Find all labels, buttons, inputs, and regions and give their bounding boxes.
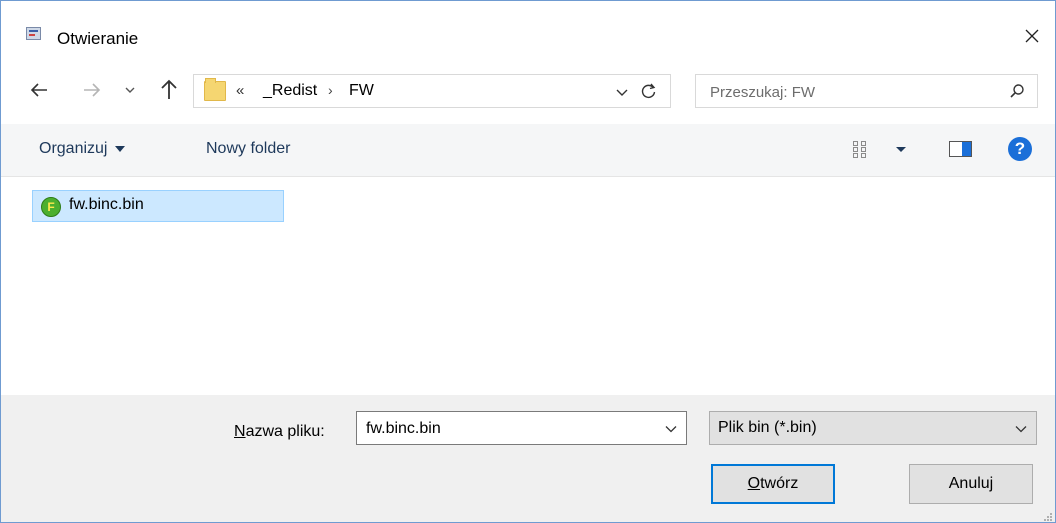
filename-label: Nazwa pliku:: [234, 423, 325, 440]
file-list[interactable]: F fw.binc.bin: [1, 177, 1055, 395]
filetype-select[interactable]: Plik bin (*.bin): [709, 411, 1037, 445]
command-toolbar: Organizuj Nowy folder ?: [1, 124, 1055, 177]
organize-label: Organizuj: [39, 140, 108, 157]
close-button[interactable]: [1009, 21, 1055, 51]
footer-panel: Nazwa pliku: Plik bin (*.bin) Otwórz Anu…: [1, 395, 1055, 522]
search-box[interactable]: [695, 74, 1038, 108]
search-icon[interactable]: [1009, 83, 1025, 99]
title-bar: Otwieranie: [1, 1, 1055, 48]
window-title: Otwieranie: [57, 29, 139, 48]
chevron-down-icon: [1015, 426, 1027, 433]
forward-button[interactable]: [81, 79, 103, 101]
preview-pane-button[interactable]: [948, 138, 974, 160]
breadcrumb-separator[interactable]: ›: [328, 82, 333, 98]
breadcrumb-redist[interactable]: _Redist: [263, 82, 317, 100]
app-icon: [26, 27, 41, 40]
filename-combobox[interactable]: [356, 411, 687, 445]
chevron-down-icon[interactable]: [664, 422, 678, 436]
filename-input[interactable]: [364, 418, 648, 440]
address-dropdown-icon[interactable]: [615, 85, 629, 99]
address-bar[interactable]: « _Redist › FW: [193, 74, 671, 108]
file-name: fw.binc.bin: [69, 196, 144, 213]
resize-grip-icon[interactable]: [1043, 512, 1053, 522]
back-button[interactable]: [28, 79, 50, 101]
recent-locations-button[interactable]: [123, 83, 137, 97]
green-f-file-icon: F: [41, 197, 61, 217]
organize-button[interactable]: Organizuj: [39, 140, 126, 158]
breadcrumb-overflow[interactable]: «: [236, 82, 244, 99]
close-icon: [1025, 29, 1039, 43]
caret-down-icon: [115, 146, 126, 152]
list-item[interactable]: F fw.binc.bin: [32, 190, 284, 222]
details-view-icon: [853, 141, 866, 158]
folder-icon: [204, 78, 226, 101]
help-button[interactable]: ?: [1008, 137, 1032, 161]
open-button[interactable]: Otwórz: [711, 464, 835, 504]
refresh-icon[interactable]: [640, 82, 658, 100]
cancel-button[interactable]: Anuluj: [909, 464, 1033, 504]
filetype-value: Plik bin (*.bin): [718, 419, 817, 436]
change-view-button[interactable]: [850, 136, 916, 162]
search-input[interactable]: [708, 81, 992, 103]
breadcrumb-fw[interactable]: FW: [349, 82, 374, 100]
up-button[interactable]: [158, 77, 180, 101]
open-file-dialog: Otwieranie « _Redist › FW Przeszukaj: FW…: [0, 0, 1056, 523]
new-folder-button[interactable]: Nowy folder: [206, 140, 290, 158]
view-dropdown-icon: [896, 147, 906, 152]
